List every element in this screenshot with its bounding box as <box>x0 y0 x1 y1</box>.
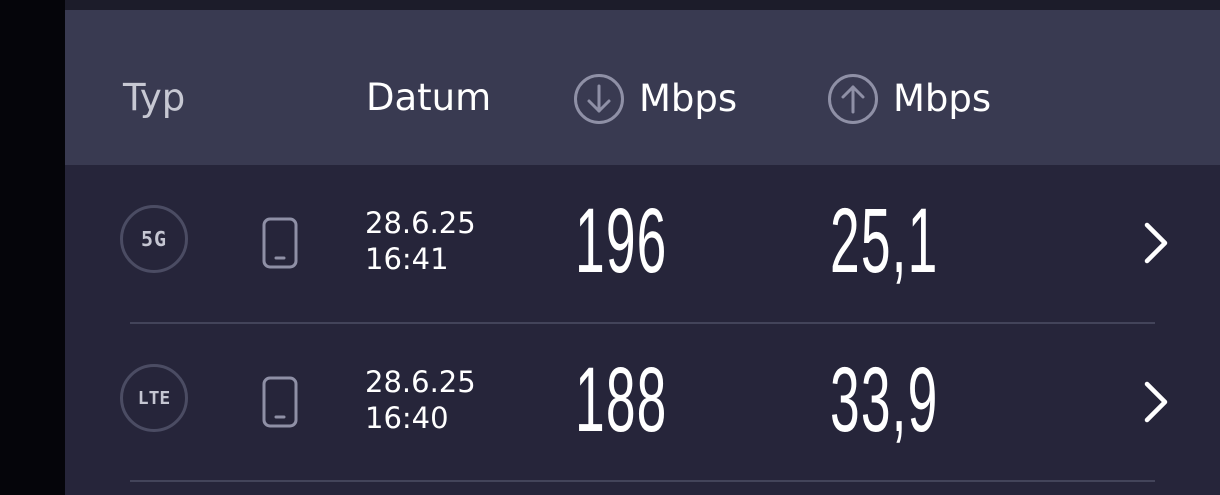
smartphone-icon <box>262 376 298 428</box>
result-time: 16:40 <box>365 401 449 435</box>
result-date: 28.6.25 <box>365 365 476 399</box>
row-divider <box>130 480 1155 482</box>
result-datetime: 28.6.25 16:40 <box>365 364 476 436</box>
arrow-up-circle-icon <box>828 74 878 124</box>
download-speed-value: 188 <box>575 349 668 451</box>
network-type-badge: 5G <box>120 205 188 273</box>
arrow-down-circle-icon <box>574 74 624 124</box>
results-screen: Typ Datum Mbps Mbps 5G 28.6.25 16:41 196… <box>65 0 1220 495</box>
results-table-header: Typ Datum Mbps Mbps <box>65 10 1220 165</box>
date-column-header: Datum <box>366 76 492 119</box>
upload-speed-value: 33,9 <box>830 349 939 451</box>
network-type-badge: LTE <box>120 364 188 432</box>
upload-column-header: Mbps <box>827 73 991 125</box>
result-row[interactable]: 5G 28.6.25 16:41 196 25,1 <box>65 165 1220 323</box>
smartphone-icon <box>262 217 298 269</box>
type-column-header: Typ <box>123 76 186 119</box>
download-unit-label: Mbps <box>639 77 738 120</box>
result-date: 28.6.25 <box>365 206 476 240</box>
chevron-right-icon[interactable] <box>1137 219 1173 267</box>
chevron-right-icon[interactable] <box>1137 378 1173 426</box>
result-row[interactable]: LTE 28.6.25 16:40 188 33,9 <box>65 324 1220 482</box>
download-column-header: Mbps <box>573 73 737 125</box>
result-datetime: 28.6.25 16:41 <box>365 205 476 277</box>
download-speed-value: 196 <box>575 190 668 292</box>
result-time: 16:41 <box>365 242 449 276</box>
upload-unit-label: Mbps <box>893 77 992 120</box>
upload-speed-value: 25,1 <box>830 190 939 292</box>
top-strip <box>65 0 1220 10</box>
